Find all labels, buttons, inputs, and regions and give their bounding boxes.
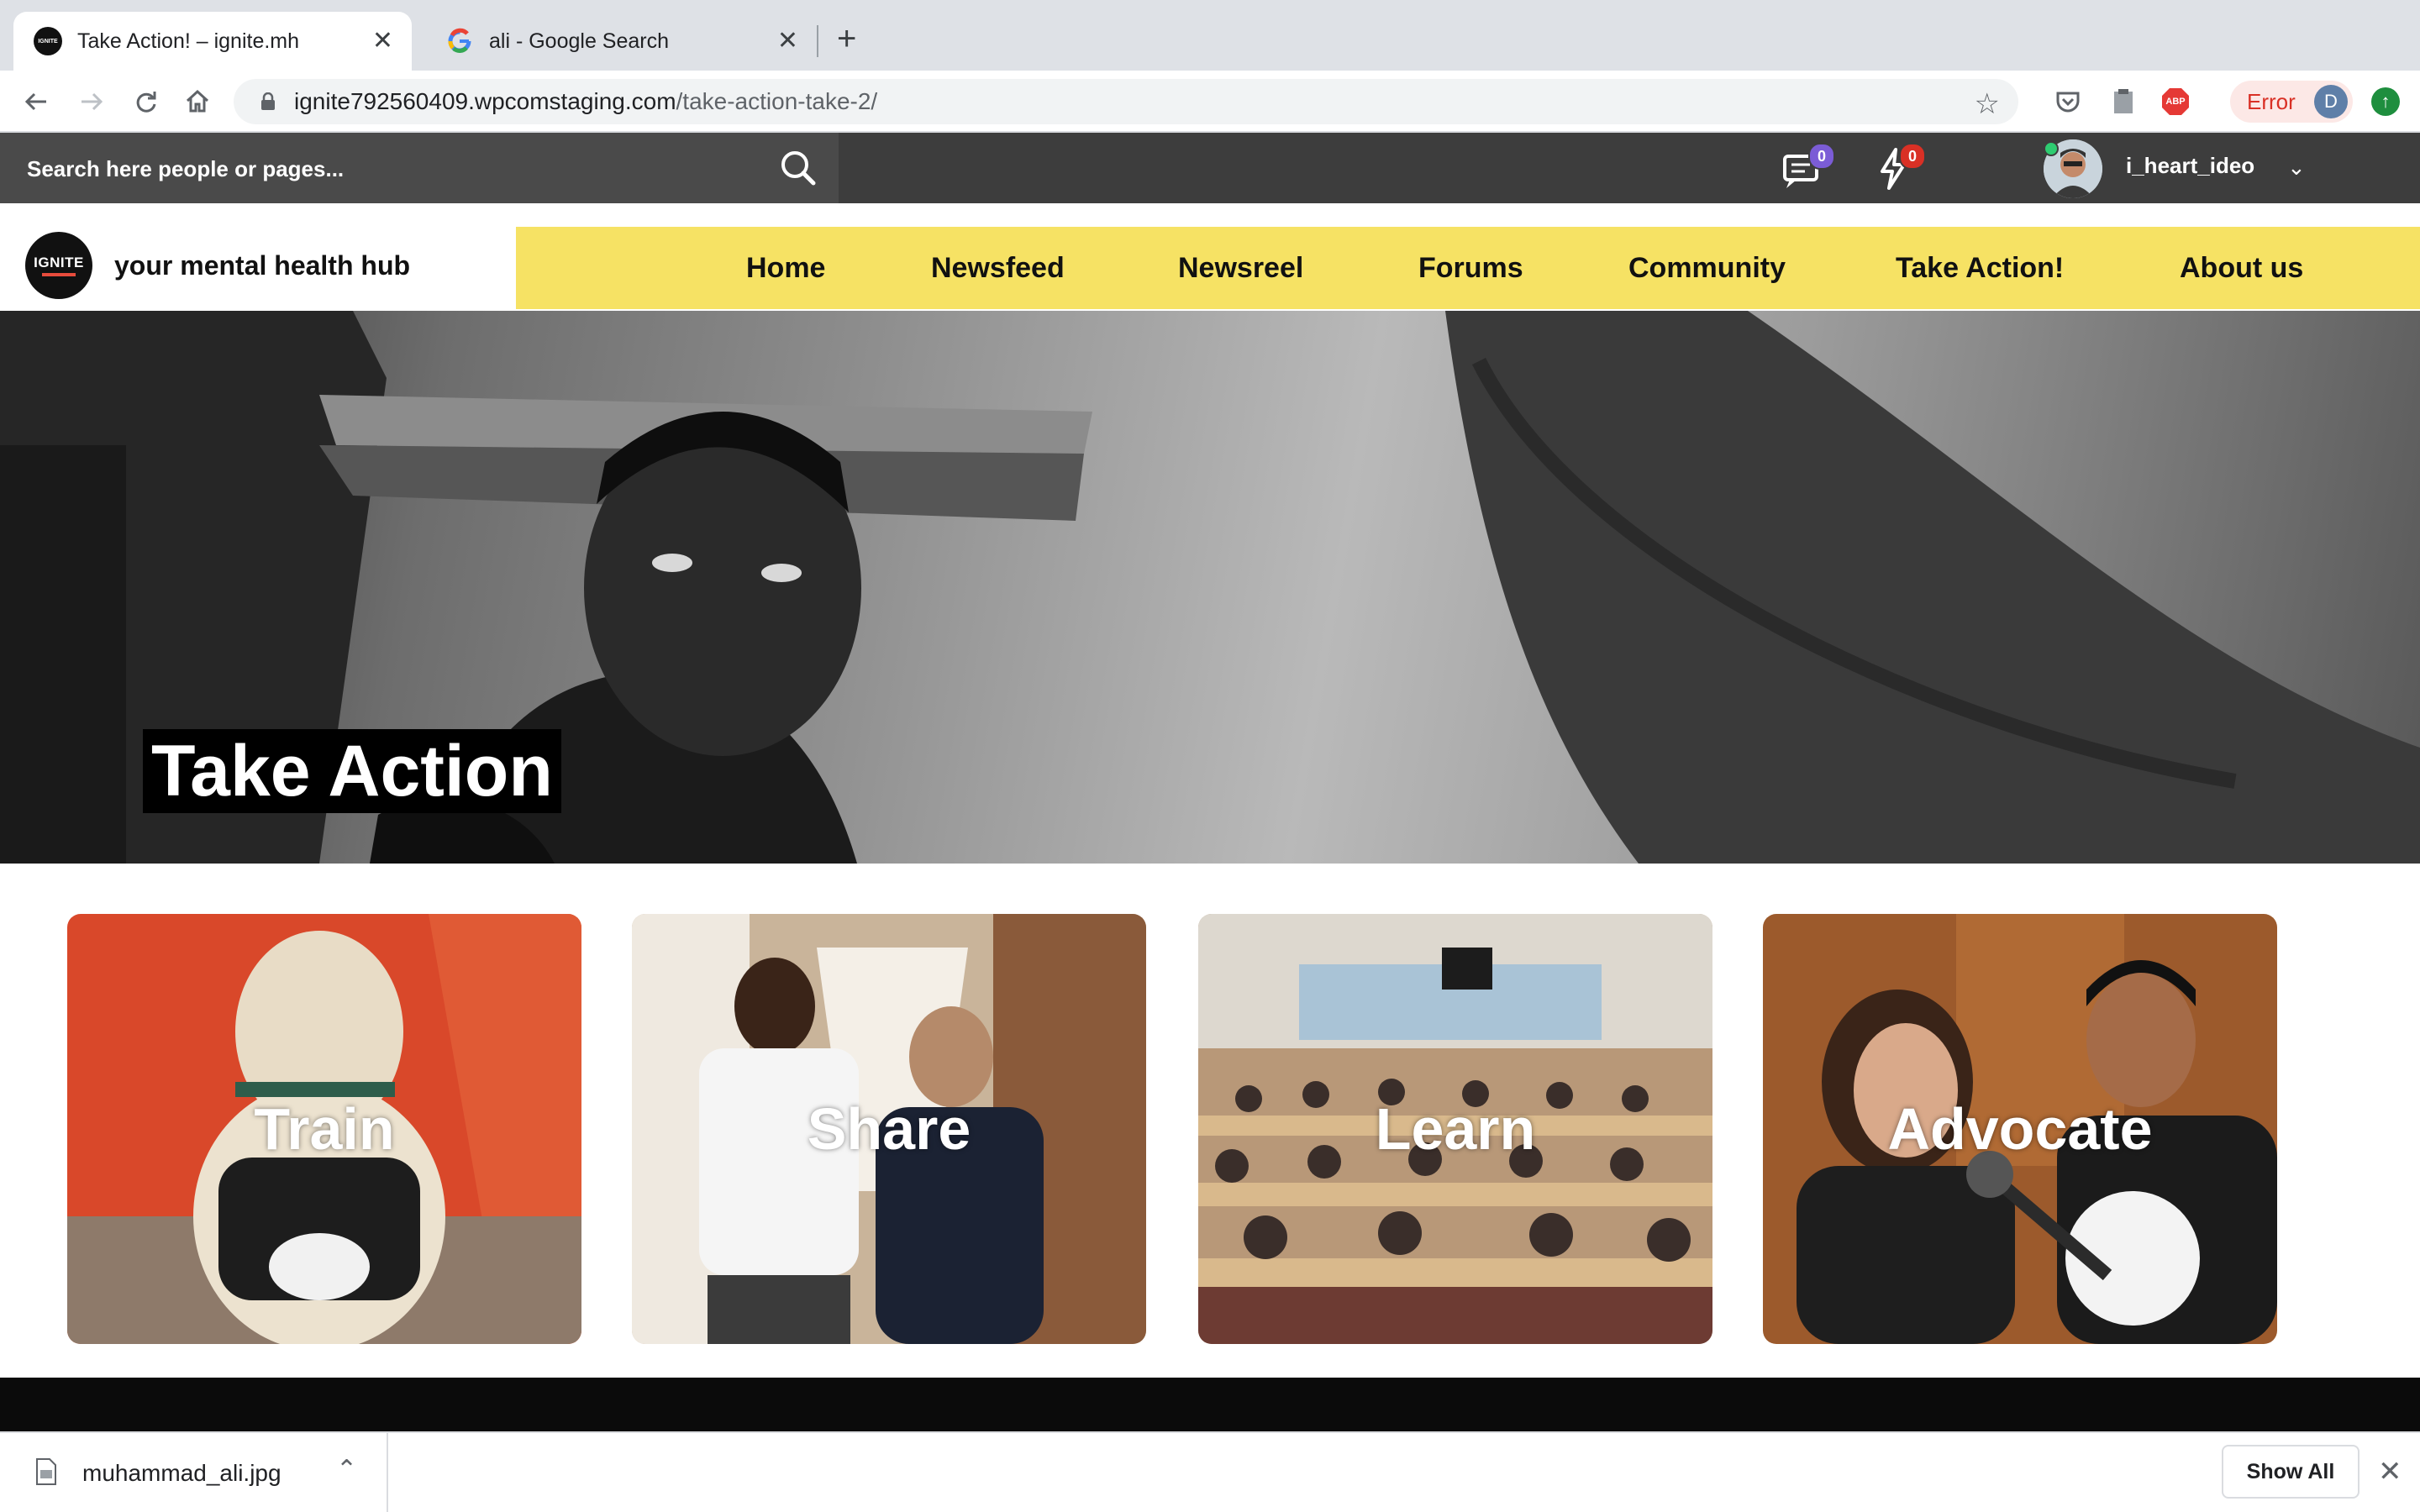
new-tab-plus-icon[interactable]: + xyxy=(837,22,856,55)
site-top-bar: 0 0 i_heart_ideo ⌄ xyxy=(0,133,2420,203)
browser-toolbar: ignite792560409.wpcomstaging.com/take-ac… xyxy=(0,71,2420,133)
image-file-icon xyxy=(36,1458,56,1485)
adblock-icon[interactable]: ABP xyxy=(2161,87,2190,116)
hero-banner: Take Action xyxy=(0,311,2420,864)
tab-google-search[interactable]: ali - Google Search ✕ xyxy=(425,12,817,71)
card-label: Train xyxy=(254,1096,395,1162)
search-icon[interactable] xyxy=(775,144,822,192)
online-status-dot xyxy=(2044,141,2059,156)
messages-count-badge: 0 xyxy=(1808,143,1835,170)
download-file-name: muhammad_ali.jpg xyxy=(82,1460,281,1486)
home-icon[interactable] xyxy=(182,86,213,118)
username[interactable]: i_heart_ideo xyxy=(2126,153,2254,179)
tab-title: Take Action! – ignite.mh xyxy=(77,29,300,53)
hero-title: Take Action xyxy=(143,729,561,813)
update-arrow-icon[interactable]: ↑ xyxy=(2371,87,2400,116)
url-path: /take-action-take-2/ xyxy=(676,88,878,114)
site-header: IGNITE your mental health hub Home Newsf… xyxy=(0,203,2420,311)
address-bar[interactable]: ignite792560409.wpcomstaging.com/take-ac… xyxy=(234,79,2018,124)
download-item[interactable]: muhammad_ali.jpg ⌃ xyxy=(0,1433,388,1512)
favicon-text: IGNITE xyxy=(38,38,58,45)
card-label: Learn xyxy=(1375,1096,1536,1162)
close-icon[interactable]: ✕ xyxy=(2378,1455,2402,1488)
site-search-input[interactable] xyxy=(25,150,751,188)
back-arrow-icon[interactable] xyxy=(20,86,52,118)
tab-title: ali - Google Search xyxy=(489,29,670,53)
nav-take-action[interactable]: Take Action! xyxy=(1896,252,2064,285)
ignite-favicon-icon: IGNITE xyxy=(34,27,62,55)
site-footer xyxy=(0,1378,2420,1431)
downloads-bar: muhammad_ali.jpg ⌃ Show All ✕ xyxy=(0,1431,2420,1512)
profile-error-button[interactable]: Error D xyxy=(2230,81,2353,123)
url-text: ignite792560409.wpcomstaging.com/take-ac… xyxy=(294,88,877,115)
notifications-count-badge: 0 xyxy=(1899,143,1926,170)
nav-forums[interactable]: Forums xyxy=(1418,252,1523,285)
nav-newsfeed[interactable]: Newsfeed xyxy=(931,252,1065,285)
chevron-down-icon[interactable]: ⌄ xyxy=(2287,155,2306,181)
profile-avatar: D xyxy=(2314,85,2348,118)
reload-icon[interactable] xyxy=(129,86,161,118)
card-train[interactable]: Train xyxy=(67,914,581,1344)
site-tagline: your mental health hub xyxy=(114,250,411,281)
ignite-logo[interactable]: IGNITE xyxy=(25,232,92,299)
card-advocate[interactable]: Advocate xyxy=(1763,914,2277,1344)
card-learn[interactable]: Learn xyxy=(1198,914,1712,1344)
adblock-label: ABP xyxy=(2165,97,2186,107)
card-label: Advocate xyxy=(1887,1096,2153,1162)
tab-close-icon[interactable]: ✕ xyxy=(777,29,798,54)
nav-community[interactable]: Community xyxy=(1628,252,1786,285)
notifications-button[interactable]: 0 xyxy=(1870,143,1926,192)
card-label: Share xyxy=(807,1096,971,1162)
nav-home[interactable]: Home xyxy=(746,252,825,285)
messages-button[interactable]: 0 xyxy=(1780,143,1835,192)
site-search xyxy=(0,133,839,203)
error-label: Error xyxy=(2247,88,2296,114)
nav-about-us[interactable]: About us xyxy=(2180,252,2303,285)
pocket-icon[interactable] xyxy=(2054,87,2082,116)
forward-arrow-icon[interactable] xyxy=(76,86,108,118)
logo-text: IGNITE xyxy=(34,255,84,270)
google-favicon-icon xyxy=(445,27,474,55)
browser-tab-strip: IGNITE Take Action! – ignite.mh ✕ ali - … xyxy=(0,0,2420,71)
tab-close-icon[interactable]: ✕ xyxy=(372,29,393,54)
card-share[interactable]: Share xyxy=(632,914,1146,1344)
bookmark-star-icon[interactable]: ☆ xyxy=(1975,87,2000,121)
logo-underline xyxy=(42,273,76,276)
clipboard-extension-icon[interactable] xyxy=(2109,87,2138,116)
show-all-button[interactable]: Show All xyxy=(2222,1445,2360,1499)
url-host: ignite792560409.wpcomstaging.com xyxy=(294,88,676,114)
tab-take-action[interactable]: IGNITE Take Action! – ignite.mh ✕ xyxy=(13,12,412,71)
tab-separator xyxy=(817,25,818,57)
chevron-up-icon[interactable]: ⌃ xyxy=(336,1455,357,1484)
nav-newsreel[interactable]: Newsreel xyxy=(1178,252,1303,285)
main-nav: Home Newsfeed Newsreel Forums Community … xyxy=(516,227,2420,309)
lock-icon xyxy=(261,92,275,110)
